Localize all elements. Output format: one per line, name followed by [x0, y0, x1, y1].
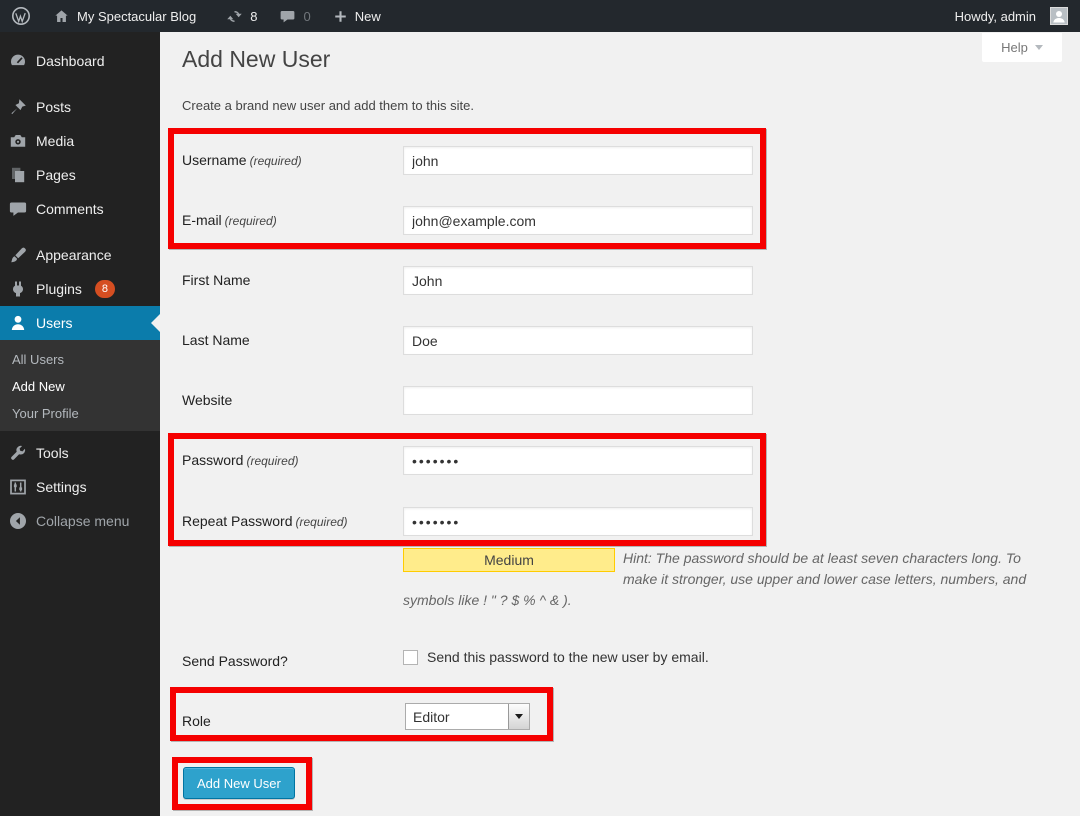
dashboard-icon	[8, 51, 28, 71]
send-password-checkbox[interactable]	[403, 650, 418, 665]
email-input[interactable]	[403, 206, 753, 235]
help-label: Help	[1001, 40, 1028, 55]
users-submenu: All Users Add New Your Profile	[0, 340, 160, 431]
page-description: Create a brand new user and add them to …	[182, 98, 474, 113]
wordpress-logo-icon	[11, 6, 31, 26]
admin-bar: My Spectacular Blog 8 0 New Howdy, admin	[0, 0, 1080, 32]
submenu-item-add-new[interactable]: Add New	[0, 373, 160, 400]
password-label: Password(required)	[182, 452, 299, 468]
first-name-label: First Name	[182, 272, 250, 288]
send-password-checkbox-label: Send this password to the new user by em…	[427, 649, 709, 665]
comment-count: 0	[303, 9, 310, 24]
sidebar-item-label: Collapse menu	[36, 513, 129, 529]
send-password-field: Send this password to the new user by em…	[403, 649, 709, 665]
password-strength-meter: Medium	[403, 548, 615, 572]
sidebar-item-settings[interactable]: Settings	[0, 470, 160, 504]
plus-icon	[333, 9, 348, 24]
chevron-down-icon	[515, 714, 523, 719]
sidebar-item-label: Settings	[36, 479, 87, 495]
repeat-password-input[interactable]	[403, 507, 753, 536]
sidebar-item-users[interactable]: Users	[0, 306, 160, 340]
select-dropdown-button[interactable]	[508, 704, 529, 729]
sidebar-item-label: Tools	[36, 445, 69, 461]
user-icon	[8, 313, 28, 333]
website-label: Website	[182, 392, 232, 408]
sidebar-item-label: Posts	[36, 99, 71, 115]
sidebar-item-label: Appearance	[36, 247, 112, 263]
password-input[interactable]	[403, 446, 753, 475]
username-input[interactable]	[403, 146, 753, 175]
pushpin-icon	[8, 97, 28, 117]
website-input[interactable]	[403, 386, 753, 415]
sidebar-item-label: Media	[36, 133, 74, 149]
email-label: E-mail(required)	[182, 212, 277, 228]
paintbrush-icon	[8, 245, 28, 265]
last-name-label: Last Name	[182, 332, 250, 348]
main-content: Help Add New User Create a brand new use…	[160, 32, 1080, 816]
sidebar-item-label: Dashboard	[36, 53, 105, 69]
plug-icon	[8, 279, 28, 299]
sidebar-item-plugins[interactable]: Plugins 8	[0, 272, 160, 306]
new-label: New	[355, 9, 381, 24]
role-label: Role	[182, 713, 211, 729]
camera-icon	[8, 131, 28, 151]
username-label: Username(required)	[182, 152, 302, 168]
sidebar-item-dashboard[interactable]: Dashboard	[0, 44, 160, 78]
admin-sidebar: Dashboard Posts Media Pages	[0, 32, 160, 816]
send-password-label: Send Password?	[182, 653, 288, 669]
sliders-icon	[8, 477, 28, 497]
wrench-icon	[8, 443, 28, 463]
sidebar-item-tools[interactable]: Tools	[0, 436, 160, 470]
first-name-input[interactable]	[403, 266, 753, 295]
update-count: 8	[250, 9, 257, 24]
submenu-item-all-users[interactable]: All Users	[0, 346, 160, 373]
new-content-menu[interactable]: New	[322, 0, 392, 32]
password-strength-section: Medium Hint: The password should be at l…	[403, 548, 1035, 611]
repeat-password-label: Repeat Password(required)	[182, 513, 348, 529]
page-title: Add New User	[182, 46, 330, 73]
submenu-item-your-profile[interactable]: Your Profile	[0, 400, 160, 427]
sidebar-item-label: Users	[36, 315, 73, 331]
site-name-menu[interactable]: My Spectacular Blog	[42, 0, 207, 32]
add-new-user-button[interactable]: Add New User	[183, 767, 295, 799]
last-name-input[interactable]	[403, 326, 753, 355]
comment-icon	[279, 8, 296, 25]
role-selected-value: Editor	[406, 704, 508, 729]
collapse-icon	[8, 511, 28, 531]
sidebar-item-posts[interactable]: Posts	[0, 90, 160, 124]
comment-bubble-icon	[8, 199, 28, 219]
sidebar-item-appearance[interactable]: Appearance	[0, 238, 160, 272]
plugins-update-badge: 8	[95, 280, 115, 298]
sidebar-item-collapse-menu[interactable]: Collapse menu	[0, 504, 160, 538]
account-menu[interactable]: Howdy, admin	[944, 0, 1080, 32]
pages-icon	[8, 165, 28, 185]
sidebar-item-label: Comments	[36, 201, 104, 217]
sidebar-item-media[interactable]: Media	[0, 124, 160, 158]
sidebar-item-label: Plugins	[36, 281, 82, 297]
role-select[interactable]: Editor	[405, 703, 530, 730]
wp-logo-menu[interactable]	[0, 0, 42, 32]
updates-menu[interactable]: 8	[215, 0, 268, 32]
update-icon	[226, 8, 243, 25]
help-tab[interactable]: Help	[982, 33, 1062, 62]
comments-menu[interactable]: 0	[268, 0, 321, 32]
site-name: My Spectacular Blog	[77, 9, 196, 24]
howdy-text: Howdy, admin	[955, 9, 1036, 24]
home-icon	[53, 8, 70, 25]
sidebar-item-label: Pages	[36, 167, 76, 183]
sidebar-item-pages[interactable]: Pages	[0, 158, 160, 192]
avatar	[1050, 7, 1068, 25]
sidebar-item-comments[interactable]: Comments	[0, 192, 160, 226]
chevron-down-icon	[1035, 45, 1043, 50]
